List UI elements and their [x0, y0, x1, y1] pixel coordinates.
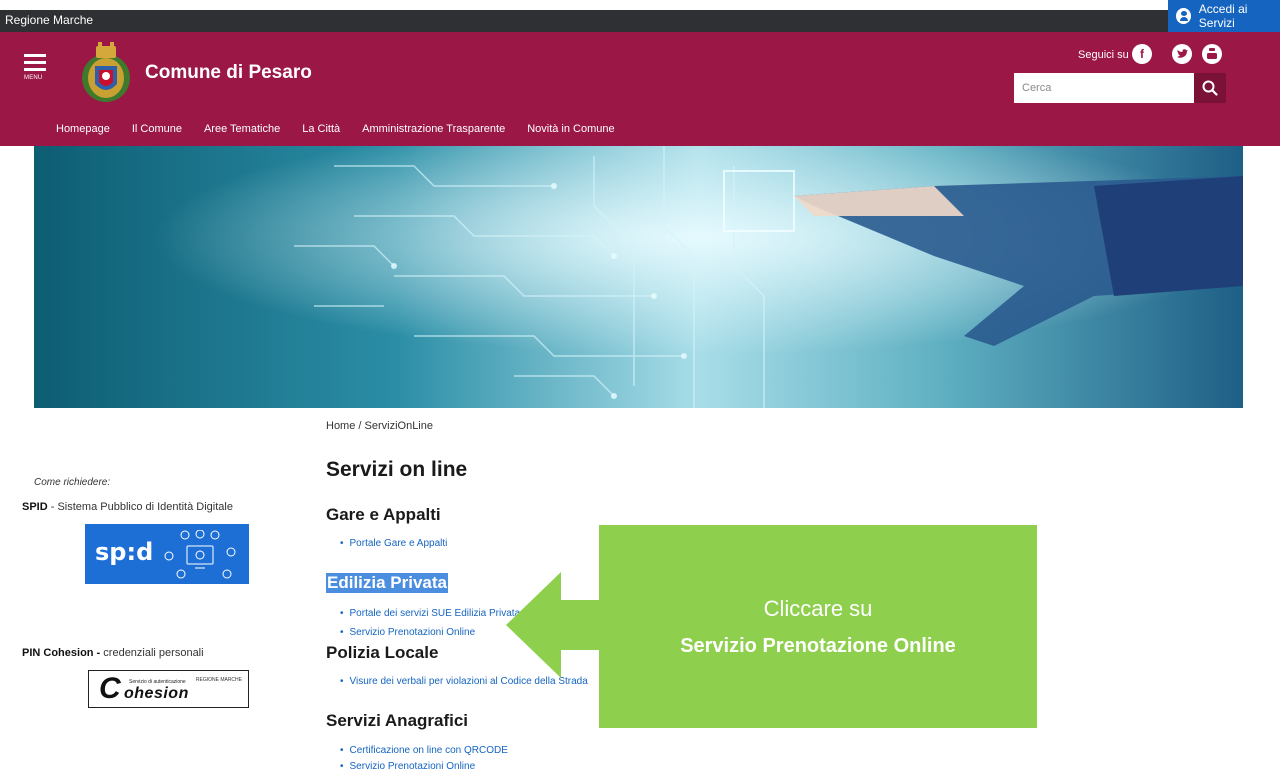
callout-line-2: Servizio Prenotazione Online — [680, 635, 956, 657]
spid-text: - Sistema Pubblico di Identità Digitale — [47, 501, 233, 513]
nav-il-comune[interactable]: Il Comune — [132, 123, 182, 135]
spid-description: SPID - Sistema Pubblico di Identità Digi… — [22, 501, 233, 513]
search-input[interactable] — [1014, 73, 1194, 103]
page-title: Servizi on line — [326, 458, 468, 481]
youtube-icon[interactable] — [1202, 44, 1222, 64]
site-title[interactable]: Comune di Pesaro — [145, 62, 312, 84]
spid-logo-text: sp:d — [95, 538, 154, 566]
site-header: MENU Comune di Pesaro Seguici su f Homep… — [0, 32, 1280, 146]
section-title-servizi-anagrafici: Servizi Anagrafici — [326, 711, 469, 730]
link-certificazione-qrcode[interactable]: Certificazione on line con QRCODE — [340, 745, 508, 756]
coat-of-arms-icon[interactable] — [79, 42, 133, 106]
hamburger-icon-bar — [24, 68, 46, 71]
section-title-gare-appalti: Gare e Appalti — [326, 505, 441, 524]
search-button[interactable] — [1194, 73, 1226, 103]
hamburger-icon — [24, 54, 46, 57]
spid-login-button[interactable]: sp:d — [85, 524, 249, 584]
login-label: Accedi ai Servizi — [1198, 2, 1248, 30]
cohesion-logo-c: C — [99, 672, 121, 705]
login-button[interactable]: Accedi ai Servizi — [1168, 0, 1280, 32]
cohesion-login-button[interactable]: C Servizio di autenticazione ohesion REG… — [88, 670, 249, 708]
pin-cohesion-text: credenziali personali — [100, 647, 204, 659]
hero-banner — [34, 146, 1243, 408]
top-bar: Regione Marche Accedi ai Servizi — [0, 0, 1280, 32]
twitter-icon[interactable] — [1172, 44, 1192, 64]
nav-homepage[interactable]: Homepage — [56, 123, 110, 135]
link-servizio-prenotazioni-anagrafici[interactable]: Servizio Prenotazioni Online — [340, 761, 476, 772]
search-icon — [1202, 80, 1218, 96]
link-servizio-prenotazioni-edilizia[interactable]: Servizio Prenotazioni Online — [340, 627, 476, 638]
how-to-request-label: Come richiedere: — [34, 477, 111, 488]
link-portale-sue-edilizia[interactable]: Portale dei servizi SUE Edilizia Privata — [340, 608, 521, 619]
nav-la-citta[interactable]: La Città — [302, 123, 340, 135]
instruction-callout: Cliccare su Servizio Prenotazione Online — [599, 525, 1037, 728]
nav-novita-in-comune[interactable]: Novità in Comune — [527, 123, 614, 135]
spid-devices-icon — [164, 530, 236, 579]
menu-label: MENU — [24, 75, 43, 81]
section-title-edilizia-privata: Edilizia Privata — [326, 573, 448, 593]
cohesion-region-label: REGIONE MARCHE — [195, 677, 242, 683]
main-nav: Homepage Il Comune Aree Tematiche La Cit… — [56, 123, 637, 135]
circuit-hand-image — [34, 146, 1243, 408]
pointer-arrow-icon — [506, 572, 602, 678]
hamburger-icon-bar — [24, 61, 46, 64]
section-title-polizia-locale: Polizia Locale — [326, 643, 439, 662]
link-portale-gare-appalti[interactable]: Portale Gare e Appalti — [340, 538, 448, 549]
spid-name: SPID — [22, 501, 48, 513]
nav-amministrazione-trasparente[interactable]: Amministrazione Trasparente — [362, 123, 505, 135]
follow-label: Seguici su — [1078, 49, 1129, 61]
pin-cohesion-description: PIN Cohesion - credenziali personali — [22, 647, 204, 659]
facebook-icon[interactable]: f — [1132, 44, 1152, 64]
cohesion-logo-word: ohesion — [124, 685, 189, 702]
menu-button[interactable]: MENU — [24, 54, 48, 94]
pin-cohesion-name: PIN Cohesion - — [22, 647, 101, 659]
breadcrumb[interactable]: Home / ServiziOnLine — [326, 420, 433, 432]
callout-line-1: Cliccare su — [763, 596, 873, 621]
nav-aree-tematiche[interactable]: Aree Tematiche — [204, 123, 280, 135]
user-icon — [1176, 8, 1191, 24]
region-label[interactable]: Regione Marche — [5, 13, 93, 27]
